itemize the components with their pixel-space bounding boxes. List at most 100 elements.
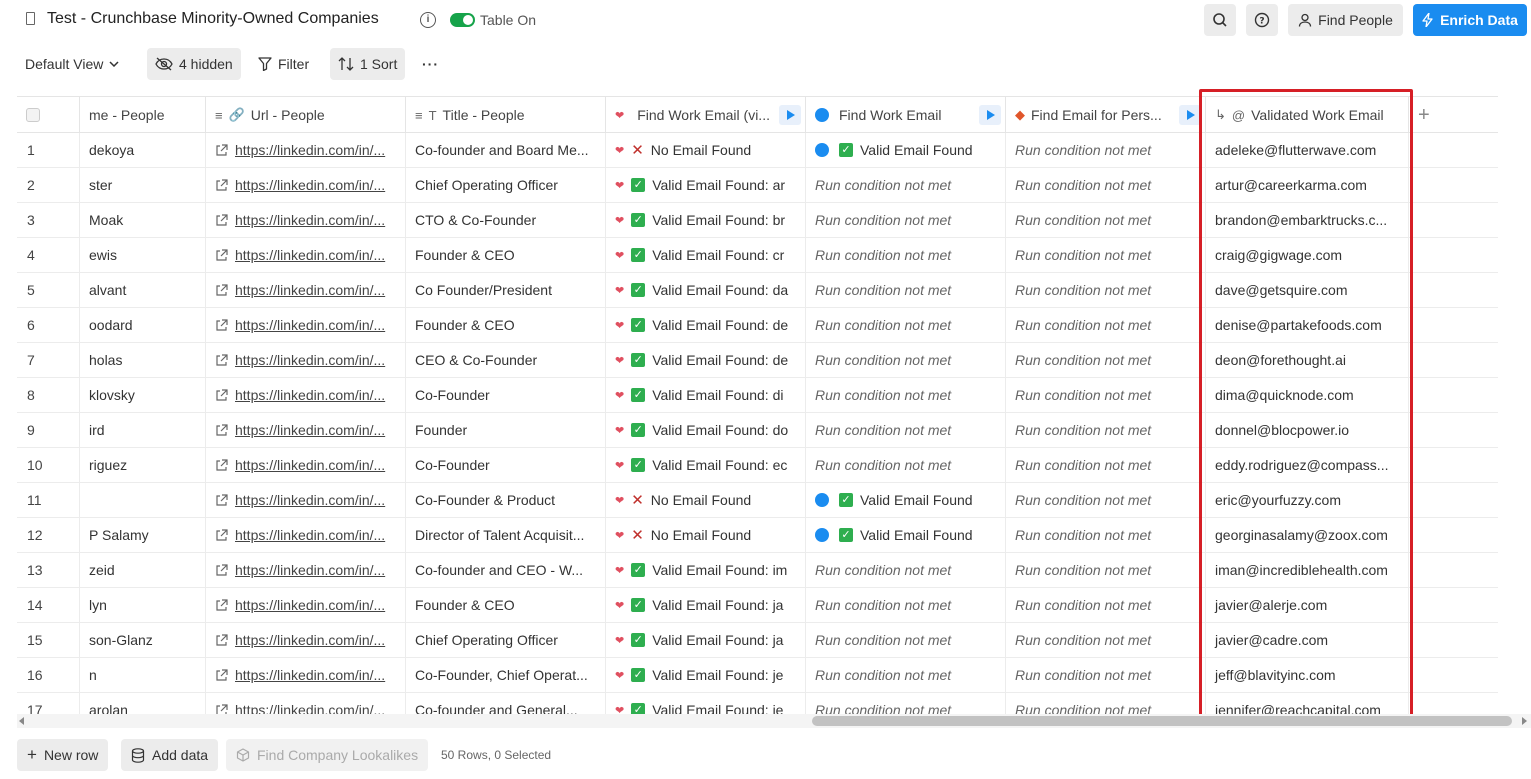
linkedin-link[interactable]: https://linkedin.com/in/...: [235, 632, 385, 648]
find-work-email-vi-cell[interactable]: ❤ ✓ Valid Email Found: ja: [606, 588, 806, 622]
info-icon[interactable]: i: [420, 12, 436, 28]
validated-work-email-cell[interactable]: dima@quicknode.com: [1206, 378, 1409, 412]
linkedin-link[interactable]: https://linkedin.com/in/...: [235, 422, 385, 438]
title-cell[interactable]: Chief Operating Officer: [406, 168, 606, 202]
linkedin-link[interactable]: https://linkedin.com/in/...: [235, 492, 385, 508]
name-cell[interactable]: ster: [80, 168, 206, 202]
linkedin-link[interactable]: https://linkedin.com/in/...: [235, 142, 385, 158]
title-cell[interactable]: Co Founder/President: [406, 273, 606, 307]
linkedin-link[interactable]: https://linkedin.com/in/...: [235, 212, 385, 228]
row-number[interactable]: 10: [17, 448, 80, 482]
table-row[interactable]: 6 oodard https://linkedin.com/in/... Founde…: [17, 308, 1498, 343]
hidden-columns-button[interactable]: 4 hidden: [147, 48, 241, 80]
row-number[interactable]: 16: [17, 658, 80, 692]
column-header-name[interactable]: me - People: [80, 97, 206, 133]
title-cell[interactable]: Co-founder and Board Me...: [406, 133, 606, 167]
validated-work-email-cell[interactable]: dave@getsquire.com: [1206, 273, 1409, 307]
row-number[interactable]: 3: [17, 203, 80, 237]
column-header-find-work-email-vi[interactable]: ❤ Find Work Email (vi...: [606, 97, 806, 133]
validated-work-email-cell[interactable]: deon@forethought.ai: [1206, 343, 1409, 377]
validated-work-email-cell[interactable]: craig@gigwage.com: [1206, 238, 1409, 272]
find-email-for-person-cell[interactable]: Run condition not met: [1006, 588, 1206, 622]
view-selector[interactable]: Default View: [17, 48, 127, 80]
find-work-email-cell[interactable]: Run condition not met: [806, 623, 1006, 657]
title-cell[interactable]: Co-Founder: [406, 378, 606, 412]
filter-button[interactable]: Filter: [250, 48, 317, 80]
table-row[interactable]: 5 alvant https://linkedin.com/in/... Co Fou…: [17, 273, 1498, 308]
find-email-for-person-cell[interactable]: Run condition not met: [1006, 378, 1206, 412]
validated-work-email-cell[interactable]: donnel@blocpower.io: [1206, 413, 1409, 447]
find-work-email-vi-cell[interactable]: ❤ ✓ Valid Email Found: ec: [606, 448, 806, 482]
table-row[interactable]: 16 n https://linkedin.com/in/... Co-Founder…: [17, 658, 1498, 693]
title-cell[interactable]: CEO & Co-Founder: [406, 343, 606, 377]
find-work-email-cell[interactable]: ✓ Valid Email Found: [806, 518, 1006, 552]
name-cell[interactable]: son-Glanz: [80, 623, 206, 657]
find-work-email-vi-cell[interactable]: ❤ ✓ Valid Email Found: br: [606, 203, 806, 237]
column-header-url[interactable]: ≡ 🔗 Url - People: [206, 97, 406, 133]
table-row[interactable]: 8 klovsky https://linkedin.com/in/... Co-Fo…: [17, 378, 1498, 413]
validated-work-email-cell[interactable]: georginasalamy@zoox.com: [1206, 518, 1409, 552]
table-row[interactable]: 1 dekoya https://linkedin.com/in/... Co-fou…: [17, 133, 1498, 168]
row-number[interactable]: 9: [17, 413, 80, 447]
find-email-for-person-cell[interactable]: Run condition not met: [1006, 308, 1206, 342]
name-cell[interactable]: dekoya: [80, 133, 206, 167]
row-number[interactable]: 12: [17, 518, 80, 552]
table-row[interactable]: 9 ird https://linkedin.com/in/... Founder ❤ ✓…: [17, 413, 1498, 448]
row-number[interactable]: 7: [17, 343, 80, 377]
url-cell[interactable]: https://linkedin.com/in/...: [206, 238, 406, 272]
help-button[interactable]: ?: [1246, 4, 1278, 36]
find-work-email-vi-cell[interactable]: ❤ ✓ Valid Email Found: je: [606, 658, 806, 692]
url-cell[interactable]: https://linkedin.com/in/...: [206, 203, 406, 237]
validated-work-email-cell[interactable]: javier@cadre.com: [1206, 623, 1409, 657]
url-cell[interactable]: https://linkedin.com/in/...: [206, 658, 406, 692]
find-work-email-cell[interactable]: Run condition not met: [806, 658, 1006, 692]
find-email-for-person-cell[interactable]: Run condition not met: [1006, 273, 1206, 307]
title-cell[interactable]: Co-Founder: [406, 448, 606, 482]
url-cell[interactable]: https://linkedin.com/in/...: [206, 553, 406, 587]
find-work-email-cell[interactable]: Run condition not met: [806, 413, 1006, 447]
find-work-email-vi-cell[interactable]: ❤ ✓ Valid Email Found: ja: [606, 623, 806, 657]
scrollbar-thumb[interactable]: [812, 716, 1512, 726]
find-email-for-person-cell[interactable]: Run condition not met: [1006, 623, 1206, 657]
validated-work-email-cell[interactable]: jeff@blavityinc.com: [1206, 658, 1409, 692]
table-toggle[interactable]: [450, 13, 475, 27]
url-cell[interactable]: https://linkedin.com/in/...: [206, 588, 406, 622]
find-work-email-vi-cell[interactable]: ❤ ✓ Valid Email Found: di: [606, 378, 806, 412]
linkedin-link[interactable]: https://linkedin.com/in/...: [235, 177, 385, 193]
table-row[interactable]: 3 Moak https://linkedin.com/in/... CTO & Co…: [17, 203, 1498, 238]
table-row[interactable]: 2 ster https://linkedin.com/in/... Chief Op…: [17, 168, 1498, 203]
validated-work-email-cell[interactable]: denise@partakefoods.com: [1206, 308, 1409, 342]
name-cell[interactable]: zeid: [80, 553, 206, 587]
name-cell[interactable]: Moak: [80, 203, 206, 237]
title-cell[interactable]: Founder & CEO: [406, 588, 606, 622]
find-work-email-vi-cell[interactable]: ❤ ✕ No Email Found: [606, 483, 806, 517]
url-cell[interactable]: https://linkedin.com/in/...: [206, 623, 406, 657]
find-email-for-person-cell[interactable]: Run condition not met: [1006, 518, 1206, 552]
url-cell[interactable]: https://linkedin.com/in/...: [206, 343, 406, 377]
enrich-data-button[interactable]: Enrich Data: [1413, 4, 1527, 36]
table-row[interactable]: 4 ewis https://linkedin.com/in/... Founder …: [17, 238, 1498, 273]
run-column-button[interactable]: [779, 105, 801, 125]
select-all-checkbox[interactable]: [26, 108, 40, 122]
find-company-lookalikes-button[interactable]: Find Company Lookalikes: [226, 739, 429, 771]
find-work-email-vi-cell[interactable]: ❤ ✓ Valid Email Found: de: [606, 343, 806, 377]
find-work-email-vi-cell[interactable]: ❤ ✕ No Email Found: [606, 133, 806, 167]
row-number[interactable]: 4: [17, 238, 80, 272]
url-cell[interactable]: https://linkedin.com/in/...: [206, 448, 406, 482]
sort-button[interactable]: 1 Sort: [330, 48, 406, 80]
title-cell[interactable]: Co-Founder, Chief Operat...: [406, 658, 606, 692]
row-number[interactable]: 2: [17, 168, 80, 202]
table-row[interactable]: 15 son-Glanz https://linkedin.com/in/... Ch…: [17, 623, 1498, 658]
title-cell[interactable]: Founder: [406, 413, 606, 447]
row-number[interactable]: 8: [17, 378, 80, 412]
linkedin-link[interactable]: https://linkedin.com/in/...: [235, 387, 385, 403]
name-cell[interactable]: oodard: [80, 308, 206, 342]
table-row[interactable]: 11 https://linkedin.com/in/... Co-Founder …: [17, 483, 1498, 518]
find-email-for-person-cell[interactable]: Run condition not met: [1006, 448, 1206, 482]
new-row-button[interactable]: + New row: [17, 739, 109, 771]
validated-work-email-cell[interactable]: eric@yourfuzzy.com: [1206, 483, 1409, 517]
linkedin-link[interactable]: https://linkedin.com/in/...: [235, 282, 385, 298]
find-email-for-person-cell[interactable]: Run condition not met: [1006, 203, 1206, 237]
url-cell[interactable]: https://linkedin.com/in/...: [206, 483, 406, 517]
validated-work-email-cell[interactable]: artur@careerkarma.com: [1206, 168, 1409, 202]
